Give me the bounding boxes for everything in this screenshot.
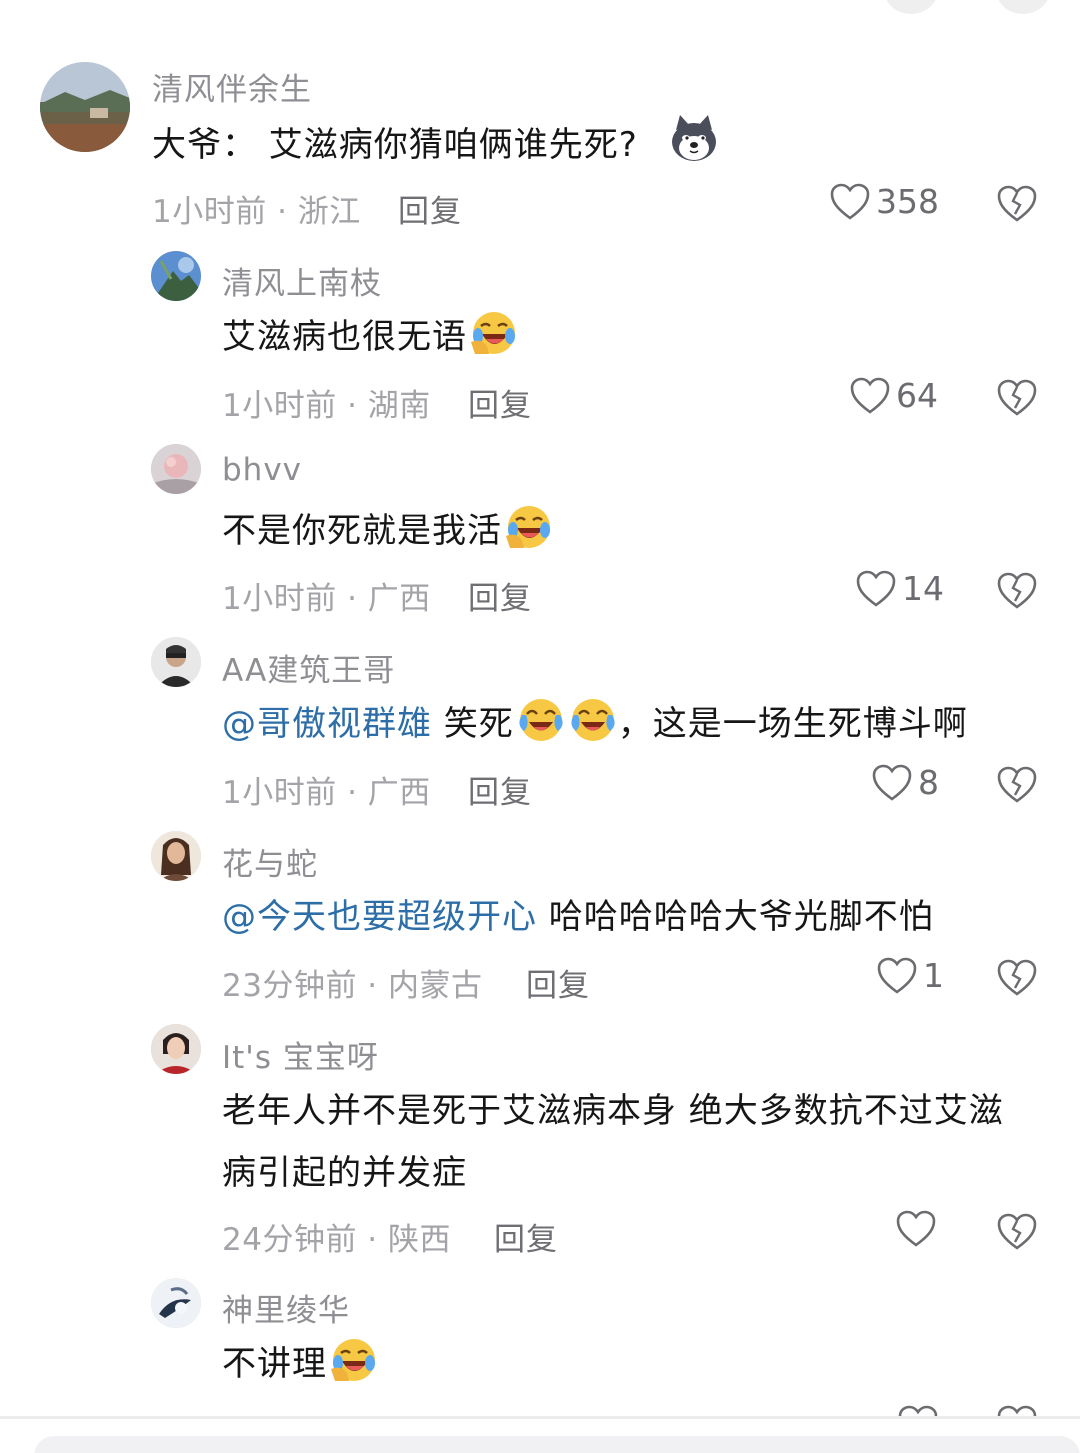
husky-doge-emoji [668,112,720,164]
like-button[interactable]: 1 [877,956,944,995]
header-button-partial[interactable] [884,0,938,14]
like-count: 358 [876,182,939,221]
comment-text: 不讲理 [222,1333,379,1395]
mention-link[interactable]: @哥傲视群雄 [222,704,432,744]
comment-username[interactable]: bhvv [222,452,302,488]
heart-outline-icon [877,957,917,994]
dislike-button[interactable] [997,765,1037,805]
like-button[interactable]: 358 [830,182,939,221]
dislike-button[interactable] [997,184,1037,224]
comment-input-bar[interactable] [34,1436,1080,1453]
avatar[interactable] [151,251,201,301]
broken-heart-icon [997,572,1037,609]
dislike-button[interactable] [997,958,1037,998]
reply-button[interactable]: 回复 [468,380,532,425]
comment-username[interactable]: 花与蛇 [222,839,318,884]
comment-time-location: 1小时前 · 广西 [222,775,431,811]
avatar[interactable] [151,1024,201,1074]
like-button[interactable]: 64 [850,376,938,415]
reply-button[interactable]: 回复 [398,186,462,231]
like-button[interactable] [898,1404,938,1416]
comment-time-location: 1小时前 · 浙江 [152,194,361,230]
reply-button[interactable]: 回复 [468,573,532,618]
heart-outline-icon [896,1210,936,1247]
comment-time-location: 1小时前 · 广西 [222,581,431,617]
laugh-cry-emoji [329,1335,379,1383]
comment-username[interactable]: It's 宝宝呀 [222,1032,379,1077]
comment-username[interactable]: 神里绫华 [222,1285,350,1330]
like-count: 1 [923,956,944,995]
broken-heart-icon [997,1405,1037,1416]
heart-outline-icon [850,377,890,414]
broken-heart-icon [997,379,1037,416]
comment-text: @哥傲视群雄 笑死 ，这是一场生死博斗啊 [222,693,968,755]
comment-text: 大爷： 艾滋病你猜咱俩谁先死? [152,112,720,176]
avatar[interactable] [151,831,201,881]
comment-text: 艾滋病也很无语 [222,306,519,368]
divider [0,1416,1080,1419]
like-count: 14 [902,569,944,608]
dislike-button[interactable] [997,378,1037,418]
dislike-button[interactable] [997,1212,1037,1252]
reply-button[interactable]: 回复 [494,1214,558,1259]
avatar[interactable] [151,444,201,494]
broken-heart-icon [997,766,1037,803]
header-button-partial[interactable] [996,0,1050,14]
comment-text: @今天也要超级开心 哈哈哈哈哈大爷光脚不怕 [222,897,934,937]
dislike-button[interactable] [997,1404,1037,1416]
comment-username[interactable]: 清风上南枝 [222,258,382,303]
reply-button[interactable]: 回复 [468,767,532,812]
comments-page: 清风伴余生 大爷： 艾滋病你猜咱俩谁先死? 1小时前 · 浙江 回复 358 清… [0,0,1080,1453]
avatar[interactable] [40,62,130,152]
like-count: 64 [896,376,938,415]
heart-outline-icon [898,1405,938,1416]
avatar[interactable] [151,637,201,687]
comment-text: 不是你死就是我活 [222,500,554,562]
like-button[interactable] [896,1210,936,1248]
broken-heart-icon [997,185,1037,222]
like-button[interactable]: 8 [872,763,939,802]
comment-text: 老年人并不是死于艾滋病本身 绝大多数抗不过艾滋病引起的并发症 [222,1091,1004,1193]
comment-username[interactable]: AA建筑王哥 [222,645,395,690]
comment-username[interactable]: 清风伴余生 [152,64,312,109]
comment-time-location: 23分钟前 · 内蒙古 [222,968,483,1004]
tears-of-joy-emoji [568,695,618,743]
reply-button[interactable]: 回复 [526,960,590,1005]
heart-outline-icon [856,570,896,607]
like-count: 8 [918,763,939,802]
avatar[interactable] [151,1278,201,1328]
mention-link[interactable]: @今天也要超级开心 [222,897,537,937]
comment-time-location: 24分钟前 · 陕西 [222,1222,452,1258]
laugh-cry-emoji [504,502,554,550]
comment-time-location: 1小时前 · 湖南 [222,388,431,424]
heart-outline-icon [830,183,870,220]
like-button[interactable]: 14 [856,569,944,608]
dislike-button[interactable] [997,571,1037,611]
laugh-cry-emoji [469,308,519,356]
broken-heart-icon [997,1213,1037,1250]
heart-outline-icon [872,764,912,801]
broken-heart-icon [997,959,1037,996]
tears-of-joy-emoji [516,695,566,743]
